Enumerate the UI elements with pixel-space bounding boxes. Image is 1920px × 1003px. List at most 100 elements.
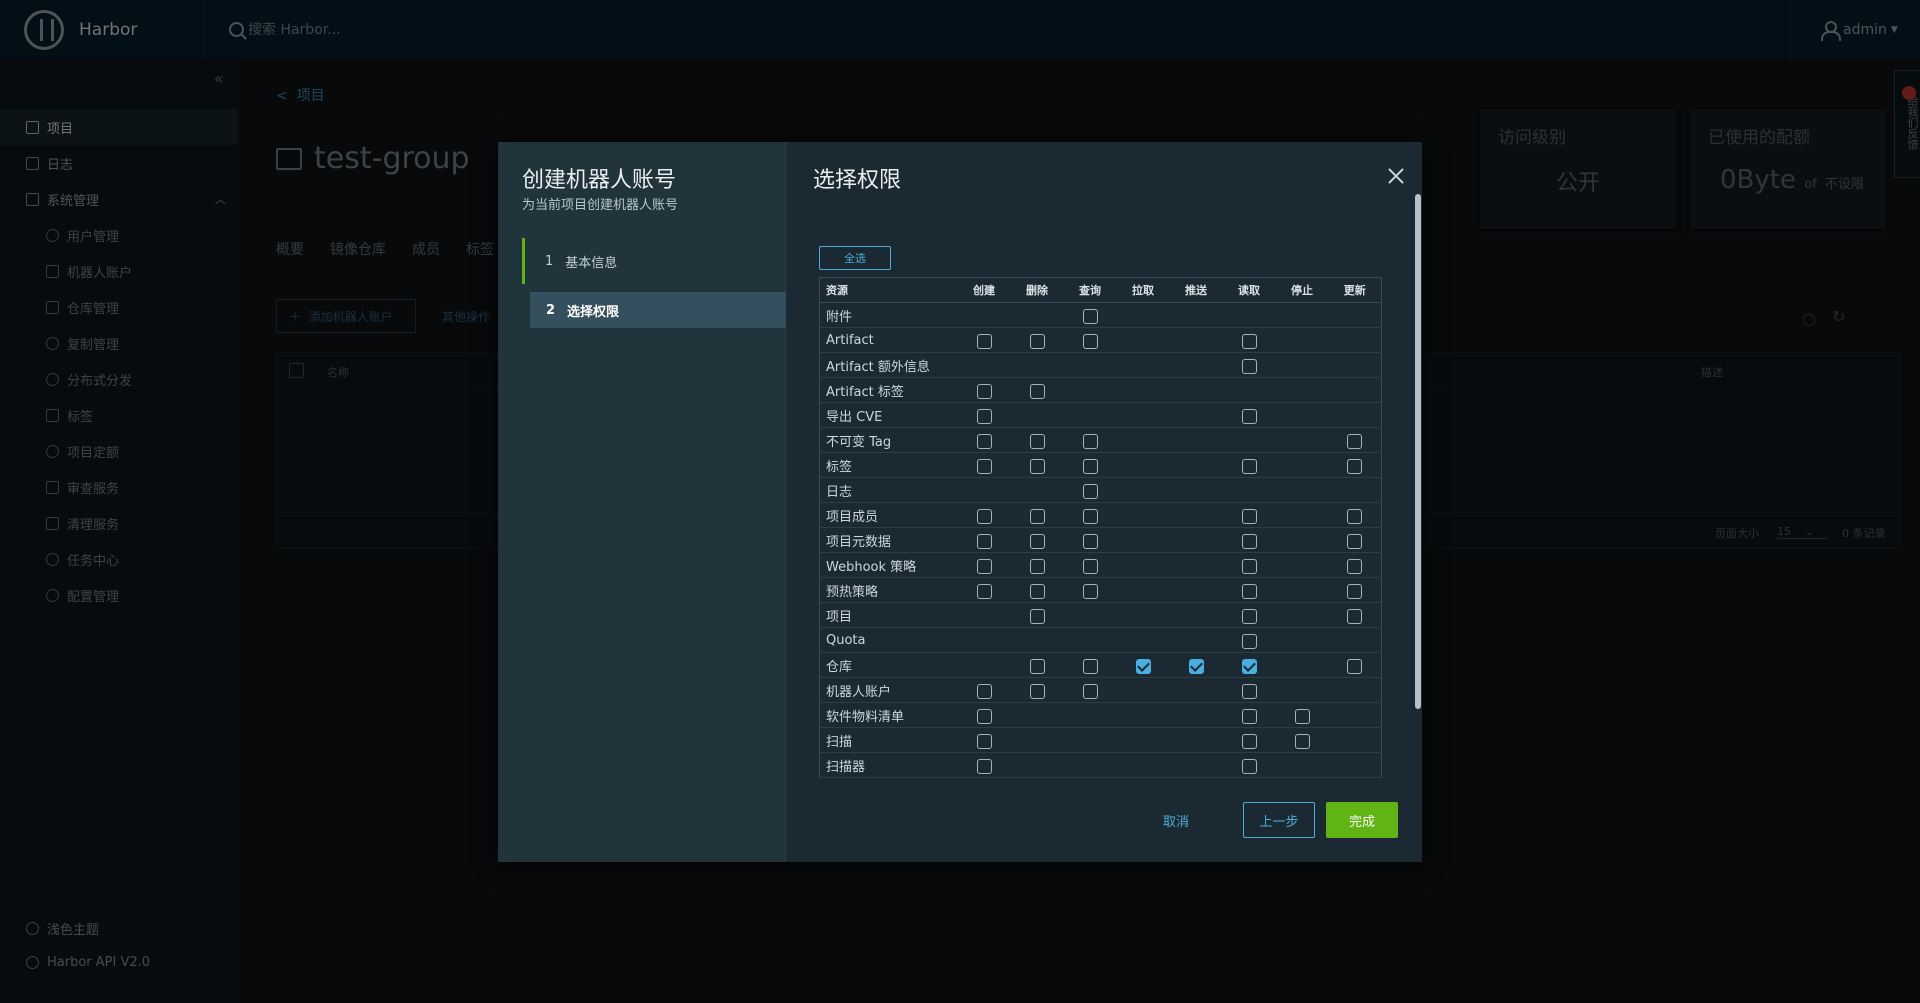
permission-cell [1063, 577, 1117, 603]
permission-checkbox[interactable] [1082, 458, 1098, 474]
permission-checkbox[interactable] [1082, 533, 1098, 549]
permission-checkbox[interactable] [1347, 658, 1363, 674]
permission-checkbox[interactable] [1029, 383, 1045, 399]
permission-checkbox[interactable] [1082, 508, 1098, 524]
permission-cell [1116, 377, 1170, 403]
permission-checkbox[interactable] [1241, 558, 1257, 574]
permission-checkbox[interactable] [1241, 733, 1257, 749]
permission-checkbox[interactable] [976, 583, 992, 599]
permission-checkbox[interactable] [976, 733, 992, 749]
permission-checkbox[interactable] [976, 458, 992, 474]
permission-cell [1328, 327, 1382, 353]
permission-checkbox[interactable] [1029, 458, 1045, 474]
permission-checkbox[interactable] [1241, 708, 1257, 724]
permission-cell [1010, 752, 1064, 778]
permission-checkbox[interactable] [1082, 483, 1098, 499]
permission-checkbox[interactable] [1082, 308, 1098, 324]
permission-checkbox[interactable] [976, 333, 992, 349]
permission-checkbox[interactable] [1082, 333, 1098, 349]
permission-checkbox[interactable] [1029, 558, 1045, 574]
permission-cell [1116, 552, 1170, 578]
permission-cell [1063, 452, 1117, 478]
permission-checkbox[interactable] [1082, 658, 1098, 674]
permission-cell [1063, 527, 1117, 553]
permission-checkbox[interactable] [1029, 608, 1045, 624]
permission-checkbox[interactable] [976, 383, 992, 399]
permission-checkbox[interactable] [1294, 733, 1310, 749]
permission-checkbox[interactable] [1347, 433, 1363, 449]
permission-cell [1169, 652, 1223, 678]
permission-checkbox[interactable] [1347, 583, 1363, 599]
permission-checkbox-checked[interactable] [1188, 658, 1204, 674]
permission-checkbox[interactable] [976, 758, 992, 774]
step-select-permissions[interactable]: 2 选择权限 [530, 292, 786, 328]
permission-checkbox[interactable] [1029, 533, 1045, 549]
permission-cell [1222, 302, 1276, 328]
permission-checkbox[interactable] [1029, 508, 1045, 524]
permission-checkbox[interactable] [976, 708, 992, 724]
permission-checkbox[interactable] [1241, 408, 1257, 424]
permission-checkbox[interactable] [1082, 558, 1098, 574]
permission-cell [1169, 427, 1223, 453]
permission-cell [1116, 652, 1170, 678]
permission-checkbox[interactable] [976, 683, 992, 699]
step-basic-info[interactable]: 1 基本信息 [522, 238, 786, 284]
permission-checkbox[interactable] [1029, 583, 1045, 599]
wizard-steps: 创建机器人账号 为当前项目创建机器人账号 1 基本信息 2 选择权限 [498, 142, 786, 862]
scrollbar-thumb[interactable] [1415, 194, 1421, 709]
permission-checkbox[interactable] [976, 408, 992, 424]
permission-checkbox[interactable] [1029, 433, 1045, 449]
permission-checkbox[interactable] [1241, 583, 1257, 599]
permission-cell [957, 527, 1011, 553]
permission-checkbox[interactable] [1241, 683, 1257, 699]
permission-checkbox[interactable] [1241, 758, 1257, 774]
permission-checkbox[interactable] [1241, 608, 1257, 624]
permission-checkbox[interactable] [1029, 683, 1045, 699]
permission-cell [1010, 652, 1064, 678]
permission-checkbox[interactable] [1082, 683, 1098, 699]
resource-name: 机器人账户 [819, 677, 958, 703]
permission-cell [1222, 702, 1276, 728]
finish-button[interactable]: 完成 [1326, 802, 1398, 838]
permission-checkbox[interactable] [976, 433, 992, 449]
permission-checkbox-checked[interactable] [1135, 658, 1151, 674]
modal-subtitle: 为当前项目创建机器人账号 [522, 198, 679, 213]
permission-checkbox[interactable] [1241, 533, 1257, 549]
permissions-table: 资源 创建 删除 查询 拉取 推送 读取 停止 更新 附件 Artifact Artifact 额外… [819, 277, 1382, 778]
permission-checkbox-checked[interactable] [1241, 658, 1257, 674]
permission-checkbox[interactable] [1241, 458, 1257, 474]
permission-checkbox[interactable] [1347, 558, 1363, 574]
close-icon[interactable] [1388, 168, 1404, 184]
permission-cell [1275, 702, 1329, 728]
permission-cell [1063, 702, 1117, 728]
permission-checkbox[interactable] [1294, 708, 1310, 724]
permission-checkbox[interactable] [1241, 508, 1257, 524]
permission-checkbox[interactable] [1241, 333, 1257, 349]
permission-checkbox[interactable] [1347, 508, 1363, 524]
permission-checkbox[interactable] [1029, 333, 1045, 349]
permission-checkbox[interactable] [976, 533, 992, 549]
permission-checkbox[interactable] [976, 508, 992, 524]
permission-checkbox[interactable] [1029, 658, 1045, 674]
permission-cell [1169, 602, 1223, 628]
permission-checkbox[interactable] [1241, 633, 1257, 649]
permission-cell [957, 302, 1011, 328]
permission-checkbox[interactable] [1082, 583, 1098, 599]
cancel-button[interactable]: 取消 [1146, 802, 1206, 838]
permission-cell [1116, 502, 1170, 528]
scrollbar[interactable] [1414, 194, 1422, 774]
permission-checkbox[interactable] [1082, 433, 1098, 449]
permission-checkbox[interactable] [1241, 358, 1257, 374]
select-all-button[interactable]: 全选 [819, 246, 891, 270]
permission-checkbox[interactable] [1347, 608, 1363, 624]
permission-checkbox[interactable] [1347, 458, 1363, 474]
permission-cell [1063, 327, 1117, 353]
permission-cell [1169, 502, 1223, 528]
permission-cell [1328, 702, 1382, 728]
permission-cell [1275, 577, 1329, 603]
permission-checkbox[interactable] [976, 558, 992, 574]
previous-step-button[interactable]: 上一步 [1243, 802, 1315, 838]
permission-checkbox[interactable] [1347, 533, 1363, 549]
permission-cell [957, 402, 1011, 428]
resource-name: 标签 [819, 452, 958, 478]
